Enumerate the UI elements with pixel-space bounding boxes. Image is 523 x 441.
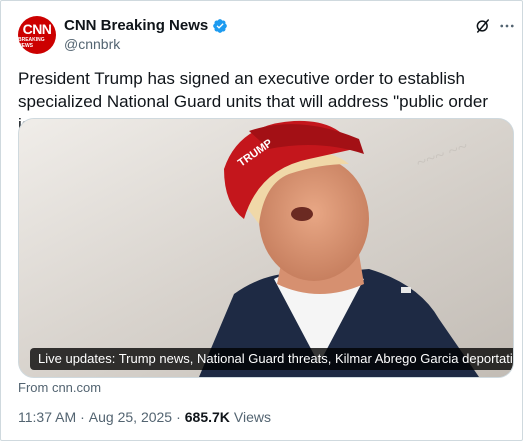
link-card-image[interactable]: ~~~ ~~ TRUMP Live updates: Trump news, N… [18, 118, 514, 378]
grok-icon[interactable] [474, 17, 492, 35]
tweet-date[interactable]: Aug 25, 2025 [89, 409, 172, 425]
author-name-row[interactable]: CNN Breaking News [64, 17, 228, 34]
news-photo: ~~~ ~~ TRUMP [19, 119, 513, 377]
link-source[interactable]: From cnn.com [18, 380, 101, 395]
more-icon[interactable] [498, 17, 516, 35]
views-count[interactable]: 685.7K [185, 409, 230, 425]
views-label: Views [233, 409, 272, 425]
meta-separator: · [176, 409, 181, 425]
tweet-meta: 11:37 AM · Aug 25, 2025 · 685.7K Views [18, 409, 271, 425]
tweet-card[interactable]: CNN BREAKING NEWS CNN Breaking News @cnn… [0, 0, 523, 441]
avatar-logo-subtext: BREAKING NEWS [18, 36, 45, 49]
meta-separator: · [80, 409, 85, 425]
verified-badge-icon [213, 18, 228, 33]
avatar-logo-text: CNN [22, 20, 52, 37]
tweet-time[interactable]: 11:37 AM [18, 409, 76, 425]
avatar[interactable]: CNN BREAKING NEWS [18, 16, 56, 54]
display-name[interactable]: CNN Breaking News [64, 17, 208, 34]
link-card-caption: Live updates: Trump news, National Guard… [30, 348, 513, 370]
author-handle[interactable]: @cnnbrk [64, 36, 120, 52]
